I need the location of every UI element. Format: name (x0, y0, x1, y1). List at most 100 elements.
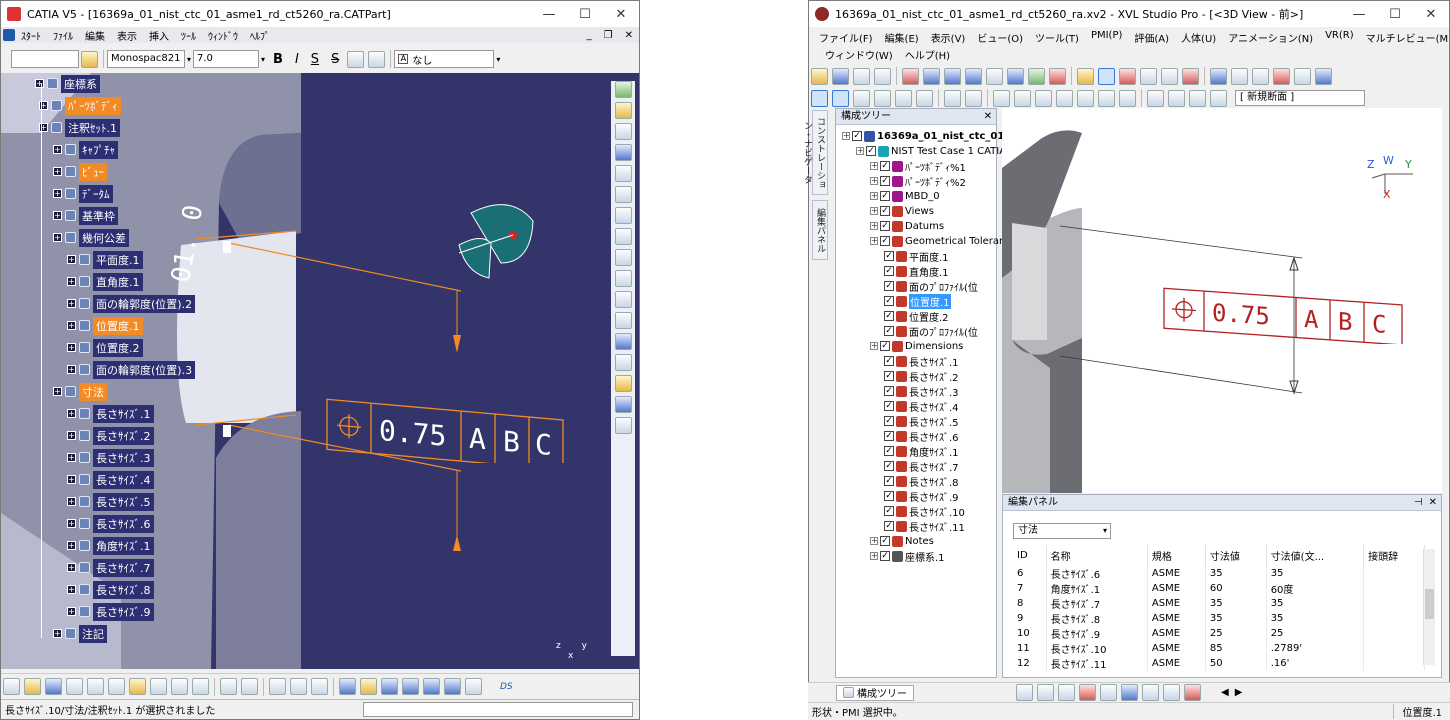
rotate-icon[interactable] (944, 67, 961, 85)
tree-node[interactable]: + ﾋﾞｭｰ (53, 162, 107, 181)
compare-icon[interactable] (1231, 67, 1248, 85)
tree-node[interactable]: ✓ 角度ｻｲｽﾞ.1 (884, 444, 959, 459)
expand-toggle-icon[interactable]: + (870, 237, 878, 245)
close-icon[interactable]: ✕ (1429, 495, 1437, 510)
mdi-restore-button[interactable]: ❐ (598, 30, 619, 41)
tree-node[interactable]: + 平面度.1 (67, 250, 143, 269)
tree-node[interactable]: + 長さｻｲｽﾞ.2 (67, 426, 154, 445)
refresh-icon[interactable] (902, 67, 919, 85)
expand-toggle-icon[interactable]: + (870, 162, 878, 170)
view-right-icon[interactable] (916, 89, 933, 107)
select-icon[interactable] (1098, 67, 1115, 85)
formula-icon[interactable] (220, 678, 237, 695)
shaded-icon[interactable] (1168, 89, 1185, 107)
tree-node[interactable]: + 寸法 (53, 382, 107, 401)
menu-item[interactable]: アニメーション(N) (1222, 30, 1319, 45)
expand-toggle-icon[interactable]: + (856, 147, 864, 155)
minimize-button[interactable]: — (531, 7, 567, 22)
report-icon[interactable] (1252, 67, 1269, 85)
lock-icon[interactable] (290, 678, 307, 695)
paste-icon[interactable] (129, 678, 146, 695)
strikethrough-button[interactable]: S (325, 52, 345, 67)
cube-left-icon[interactable] (1077, 89, 1094, 107)
cube-top-icon[interactable] (1035, 89, 1052, 107)
visibility-checkbox[interactable]: ✓ (884, 446, 894, 456)
menu-item[interactable]: ビュー(O) (971, 30, 1029, 45)
panel-tab-icon[interactable] (1184, 684, 1201, 701)
visibility-checkbox[interactable]: ✓ (884, 356, 894, 366)
tree-node[interactable]: + 長さｻｲｽﾞ.9 (67, 602, 154, 621)
tree-node[interactable]: ✓ 長さｻｲｽﾞ.8 (884, 474, 959, 489)
visibility-checkbox[interactable]: ✓ (880, 536, 890, 546)
select-icon[interactable] (614, 102, 632, 119)
expand-toggle-icon[interactable]: + (67, 541, 76, 550)
menu-item[interactable]: ﾌｧｲﾙ (47, 28, 79, 43)
close-button[interactable]: ✕ (1413, 7, 1449, 22)
tree-node[interactable]: ✓ 長さｻｲｽﾞ.5 (884, 414, 959, 429)
menu-item[interactable]: ファイル(F) (813, 30, 879, 45)
close-button[interactable]: ✕ (603, 7, 639, 22)
xvl-feature-control-frame[interactable]: 0.75 A B C (1160, 284, 1410, 344)
color-icon[interactable] (1077, 67, 1094, 85)
expand-toggle-icon[interactable]: + (67, 321, 76, 330)
expand-toggle-icon[interactable]: + (67, 365, 76, 374)
perspective-icon[interactable] (965, 89, 982, 107)
expand-toggle-icon[interactable]: + (67, 585, 76, 594)
visibility-checkbox[interactable]: ✓ (884, 401, 894, 411)
menu-item[interactable]: PMI(P) (1085, 30, 1128, 45)
column-header[interactable]: 寸法値(文... (1266, 545, 1365, 566)
scroll-right-icon[interactable]: ▶ (1235, 687, 1243, 698)
visibility-checkbox[interactable]: ✓ (884, 491, 894, 501)
fit-all-icon[interactable] (360, 678, 377, 695)
panel-tab-icon[interactable] (1079, 684, 1096, 701)
superscript-icon[interactable] (347, 50, 365, 68)
italic-button[interactable]: I (289, 52, 305, 67)
visibility-checkbox[interactable]: ✓ (866, 146, 876, 156)
properties-icon[interactable] (311, 678, 328, 695)
pan-icon[interactable] (923, 67, 940, 85)
panel-tab-icon[interactable] (1100, 684, 1117, 701)
tree-node[interactable]: + ✓ Geometrical Toleran (870, 234, 1005, 248)
bold-button[interactable]: B (267, 52, 289, 67)
scrollbar-thumb[interactable] (1425, 589, 1434, 619)
frame-combo[interactable]: A なし (394, 50, 495, 68)
visibility-checkbox[interactable]: ✓ (880, 161, 890, 171)
visibility-checkbox[interactable]: ✓ (884, 521, 894, 531)
tree-node[interactable]: + 長さｻｲｽﾞ.3 (67, 448, 154, 467)
cut-icon[interactable] (87, 678, 104, 695)
fit-all-icon[interactable] (1007, 67, 1024, 85)
filter-icon[interactable] (1210, 67, 1227, 85)
tree-node[interactable]: ✓ 面のﾌﾟﾛﾌｧｲﾙ(位 (884, 279, 978, 294)
expand-toggle-icon[interactable]: + (67, 607, 76, 616)
visibility-checkbox[interactable]: ✓ (884, 476, 894, 486)
tree-node[interactable]: ✓ 位置度.1 (884, 293, 951, 309)
column-header[interactable]: 規格 (1147, 545, 1206, 566)
normal-view-icon[interactable] (465, 678, 482, 695)
iso-view-icon[interactable] (944, 89, 961, 107)
tree-node[interactable]: ✓ 長さｻｲｽﾞ.2 (884, 369, 959, 384)
visibility-checkbox[interactable]: ✓ (884, 326, 894, 336)
section-combo[interactable]: [ 新規断面 ] (1235, 90, 1365, 106)
visibility-checkbox[interactable]: ✓ (884, 371, 894, 381)
tree-node[interactable]: + 幾何公差 (53, 228, 129, 247)
open-icon[interactable] (811, 67, 828, 85)
tree-node[interactable]: + ﾊﾟｰﾂﾎﾞﾃﾞｨ (39, 96, 121, 115)
cube-iso-icon[interactable] (1119, 89, 1136, 107)
close-icon[interactable]: ✕ (984, 109, 992, 124)
expand-toggle-icon[interactable]: + (53, 233, 62, 242)
expand-toggle-icon[interactable]: + (67, 475, 76, 484)
panel-tab-icon[interactable] (1058, 684, 1075, 701)
cube-back-icon[interactable] (1014, 89, 1031, 107)
tree-node[interactable]: + 長さｻｲｽﾞ.1 (67, 404, 154, 423)
menu-item[interactable]: 人体(U) (1175, 30, 1222, 45)
panel-tab-icon[interactable] (1016, 684, 1033, 701)
view-list-icon[interactable] (1315, 67, 1332, 85)
fit-icon[interactable] (986, 67, 1003, 85)
tree-node[interactable]: + ✓ ﾊﾟｰﾂﾎﾞﾃﾞｨ%1 (870, 159, 966, 174)
tree-node[interactable]: + ✓ Dimensions (870, 339, 963, 353)
save-icon[interactable] (832, 67, 849, 85)
visibility-checkbox[interactable]: ✓ (884, 461, 894, 471)
tree-node[interactable]: + ✓ 座標系.1 (870, 549, 945, 564)
visibility-checkbox[interactable]: ✓ (884, 251, 894, 261)
comment-icon[interactable] (241, 678, 258, 695)
